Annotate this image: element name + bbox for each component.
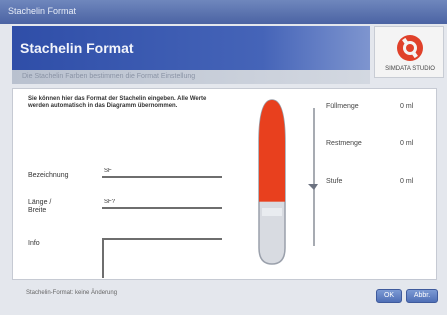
subtitle-bar: Die Stachelin Farben bestimmen die Forma… bbox=[12, 70, 370, 84]
ok-button[interactable]: OK bbox=[376, 289, 402, 303]
length-label: Länge / Breite bbox=[28, 199, 52, 214]
cancel-button[interactable]: Abbr. bbox=[406, 289, 438, 303]
logo-icon bbox=[397, 35, 423, 61]
level-gauge bbox=[258, 99, 318, 265]
gauge-window bbox=[262, 208, 282, 216]
reading-label-2: Restmenge bbox=[326, 140, 362, 147]
header-banner: Stachelin Format bbox=[12, 26, 370, 70]
reading-label-3: Stufe bbox=[326, 178, 343, 185]
name-input[interactable] bbox=[102, 166, 222, 178]
gauge-fill bbox=[259, 100, 285, 202]
logo-caption: SIMDATA STUDIO bbox=[385, 66, 435, 72]
reading-value-3: 0 ml bbox=[400, 178, 414, 185]
reading-value-1: 0 ml bbox=[400, 103, 414, 110]
reading-value-2: 0 ml bbox=[400, 140, 414, 147]
instructions-text: Sie können hier das Format der Stachelin… bbox=[28, 96, 207, 109]
reading-label-1: Füllmenge bbox=[326, 103, 359, 110]
notes-label: Info bbox=[28, 240, 40, 247]
title-bar[interactable]: Stachelin Format bbox=[0, 0, 447, 24]
gauge-marker-icon[interactable] bbox=[308, 184, 318, 190]
status-text: Stachelin-Format: keine Änderung bbox=[26, 290, 118, 296]
name-label: Bezeichnung bbox=[28, 172, 69, 179]
notes-textarea[interactable] bbox=[102, 238, 222, 278]
subtitle-text: Die Stachelin Farben bestimmen die Forma… bbox=[22, 73, 196, 80]
dialog-window: Stachelin Format Stachelin Format SIMDAT… bbox=[0, 0, 447, 315]
header-title: Stachelin Format bbox=[20, 40, 134, 56]
window-title: Stachelin Format bbox=[8, 6, 77, 16]
content-panel bbox=[12, 88, 437, 280]
logo: SIMDATA STUDIO bbox=[374, 26, 444, 78]
length-input[interactable] bbox=[102, 197, 222, 209]
